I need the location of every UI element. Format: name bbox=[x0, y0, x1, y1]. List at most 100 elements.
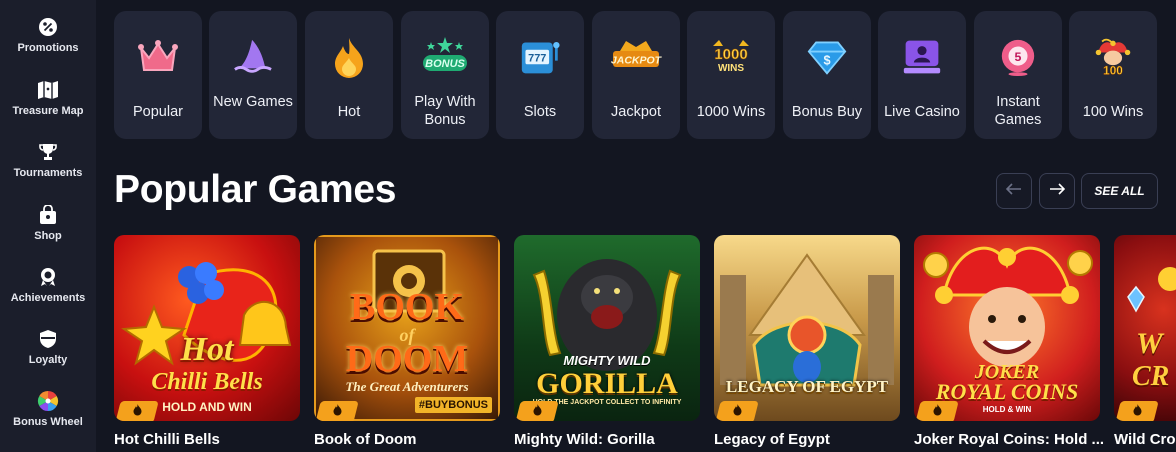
category-play-with-bonus[interactable]: BONUS Play With Bonus bbox=[401, 11, 489, 139]
svg-text:JACKPOT: JACKPOT bbox=[611, 55, 662, 67]
svg-text:BONUS: BONUS bbox=[425, 58, 465, 70]
category-label: 100 Wins bbox=[1082, 104, 1144, 120]
sidebar-item-label: Tournaments bbox=[13, 167, 83, 179]
slot-machine-icon: 777 bbox=[520, 37, 560, 77]
sidebar-item-shop[interactable]: Shop bbox=[0, 204, 96, 260]
game-card[interactable]: MIGHTY WILD GORILLA HOLD THE JACKPOT COL… bbox=[514, 235, 700, 421]
game-card[interactable]: JOKER ROYAL COINS HOLD & WIN bbox=[914, 235, 1100, 421]
game-card[interactable]: BOOK of DOOM The Great Adventurers #BUYB… bbox=[314, 235, 500, 421]
category-instant-games[interactable]: 5 Instant Games bbox=[974, 11, 1062, 139]
sidebar-item-loyalty[interactable]: Loyalty bbox=[0, 328, 96, 384]
sidebar-item-label: Achievements bbox=[10, 292, 86, 304]
game-thumbnail-wild-crown: W CR bbox=[1114, 235, 1176, 421]
game-title[interactable]: Mighty Wild: Gorilla bbox=[514, 431, 655, 448]
prev-button[interactable] bbox=[996, 173, 1032, 209]
game-card[interactable]: Hot Chilli Bells HOLD AND WIN bbox=[114, 235, 300, 421]
svg-text:$: $ bbox=[823, 52, 830, 67]
category-label: Live Casino bbox=[884, 104, 960, 120]
instant-ball-icon: 5 bbox=[998, 37, 1038, 77]
category-live-casino[interactable]: Live Casino bbox=[878, 11, 966, 139]
svg-text:1000: 1000 bbox=[714, 46, 747, 63]
flame-icon bbox=[930, 403, 944, 421]
hot-badge bbox=[315, 401, 359, 421]
hot-badge bbox=[715, 401, 759, 421]
category-popular[interactable]: Popular bbox=[114, 11, 202, 139]
game-title[interactable]: Book of Doom bbox=[314, 431, 417, 448]
crown-icon bbox=[138, 37, 178, 77]
game-title[interactable]: Joker Royal Coins: Hold ... bbox=[914, 431, 1104, 448]
game-thumbnail-hot-chilli-bells: Hot Chilli Bells HOLD AND WIN bbox=[114, 235, 300, 421]
game-title[interactable]: Legacy of Egypt bbox=[714, 431, 830, 448]
sidebar-item-label: Bonus Wheel bbox=[13, 416, 83, 428]
category-1000-wins[interactable]: 1000 WINS 1000 Wins bbox=[687, 11, 775, 139]
thousand-wins-icon: 1000 WINS bbox=[705, 37, 757, 77]
hot-badge bbox=[1115, 401, 1159, 421]
sidebar: Promotions Treasure Map Tournaments Shop… bbox=[0, 0, 96, 452]
category-label: 1000 Wins bbox=[696, 104, 766, 120]
category-slots[interactable]: 777 Slots bbox=[496, 11, 584, 139]
diamond-dollar-icon: $ bbox=[807, 37, 847, 77]
category-100-wins[interactable]: 100 100 Wins bbox=[1069, 11, 1157, 139]
category-bonus-buy[interactable]: $ Bonus Buy bbox=[783, 11, 871, 139]
svg-text:777: 777 bbox=[528, 53, 546, 65]
category-label: Instant Games bbox=[994, 94, 1042, 128]
wheel-icon bbox=[37, 390, 59, 412]
see-all-button[interactable]: SEE ALL bbox=[1081, 173, 1158, 209]
category-label: Slots bbox=[523, 104, 557, 120]
sidebar-item-label: Shop bbox=[34, 230, 62, 242]
sidebar-item-bonus-wheel[interactable]: Bonus Wheel bbox=[0, 390, 96, 446]
jackpot-icon: JACKPOT bbox=[610, 37, 662, 77]
game-title[interactable]: Hot Chilli Bells bbox=[114, 431, 220, 448]
hot-badge bbox=[915, 401, 959, 421]
flame-icon bbox=[329, 37, 369, 78]
arrow-left-icon bbox=[1005, 182, 1022, 200]
percent-icon bbox=[37, 16, 59, 38]
bonus-badge-icon: BONUS bbox=[419, 37, 471, 77]
category-new-games[interactable]: New Games bbox=[209, 11, 297, 139]
hot-badge bbox=[515, 401, 559, 421]
sidebar-item-label: Promotions bbox=[17, 42, 79, 54]
game-thumbnail-joker-royal-coins: JOKER ROYAL COINS HOLD & WIN bbox=[914, 235, 1100, 421]
category-jackpot[interactable]: JACKPOT Jackpot bbox=[592, 11, 680, 139]
next-button[interactable] bbox=[1039, 173, 1075, 209]
arrow-right-icon bbox=[1049, 182, 1066, 200]
flame-icon bbox=[330, 403, 344, 421]
game-card[interactable]: LEGACY OF EGYPT bbox=[714, 235, 900, 421]
category-label: Play With Bonus bbox=[414, 94, 476, 128]
flame-icon bbox=[1130, 403, 1144, 421]
sidebar-item-treasure-map[interactable]: Treasure Map bbox=[0, 79, 96, 135]
shield-icon bbox=[37, 328, 59, 350]
shark-fin-icon bbox=[233, 37, 273, 77]
map-icon bbox=[37, 79, 59, 101]
flame-icon bbox=[130, 403, 144, 421]
shopping-bag-icon bbox=[37, 204, 59, 226]
sidebar-item-promotions[interactable]: Promotions bbox=[0, 16, 96, 72]
sidebar-item-tournaments[interactable]: Tournaments bbox=[0, 141, 96, 197]
trophy-icon bbox=[37, 141, 59, 163]
flame-icon bbox=[730, 403, 744, 421]
svg-text:100: 100 bbox=[1103, 63, 1123, 77]
category-label: Popular bbox=[133, 104, 183, 120]
section-title: Popular Games bbox=[114, 168, 397, 211]
category-label: Hot bbox=[337, 104, 361, 120]
category-label: New Games bbox=[213, 94, 293, 110]
live-dealer-icon bbox=[902, 37, 942, 77]
game-title[interactable]: Wild Cro bbox=[1114, 431, 1176, 448]
game-thumbnail-book-of-doom: BOOK of DOOM The Great Adventurers #BUYB… bbox=[314, 235, 500, 421]
svg-text:5: 5 bbox=[1015, 50, 1022, 64]
svg-text:WINS: WINS bbox=[718, 63, 744, 74]
sidebar-item-label: Loyalty bbox=[28, 354, 68, 366]
category-hot[interactable]: Hot bbox=[305, 11, 393, 139]
medal-icon bbox=[37, 266, 59, 288]
jester-icon: 100 bbox=[1093, 37, 1133, 78]
game-thumbnail-legacy-of-egypt: LEGACY OF EGYPT bbox=[714, 235, 900, 421]
sidebar-item-label: Treasure Map bbox=[12, 105, 84, 117]
category-label: Bonus Buy bbox=[791, 104, 863, 120]
app-root: Promotions Treasure Map Tournaments Shop… bbox=[0, 0, 1176, 452]
sidebar-item-achievements[interactable]: Achievements bbox=[0, 266, 96, 322]
category-label: Jackpot bbox=[611, 104, 661, 120]
flame-icon bbox=[530, 403, 544, 421]
hot-badge bbox=[115, 401, 159, 421]
game-card[interactable]: W CR bbox=[1114, 235, 1176, 421]
game-thumbnail-mighty-wild-gorilla: MIGHTY WILD GORILLA HOLD THE JACKPOT COL… bbox=[514, 235, 700, 421]
